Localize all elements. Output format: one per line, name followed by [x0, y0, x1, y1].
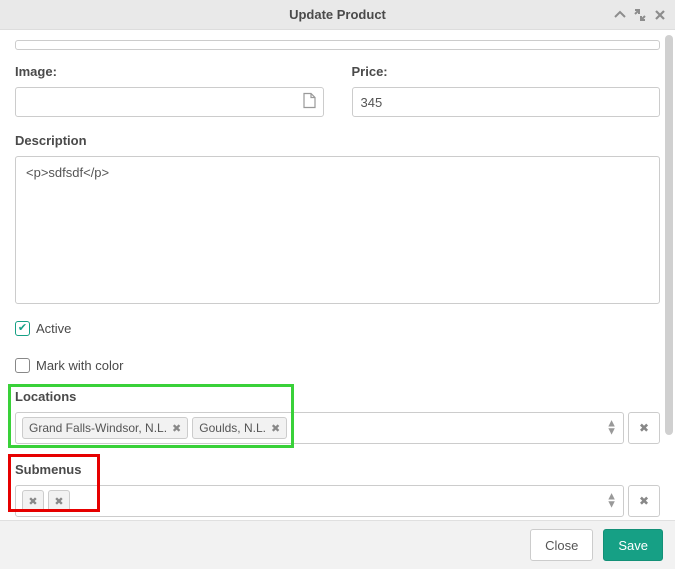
remove-tag-icon[interactable]: ✖	[172, 422, 181, 435]
modal-body: Image: Price: Description ✔ Active ✔ Mar…	[0, 30, 675, 520]
modal-window-controls	[613, 0, 667, 29]
modal-header: Update Product	[0, 0, 675, 30]
file-icon[interactable]	[303, 93, 316, 112]
image-input[interactable]	[15, 87, 324, 117]
mark-color-row[interactable]: ✔ Mark with color	[15, 358, 660, 373]
image-label: Image:	[15, 64, 324, 79]
active-label: Active	[36, 321, 71, 336]
close-button[interactable]: Close	[530, 529, 593, 561]
mark-color-checkbox[interactable]: ✔	[15, 358, 30, 373]
submenus-multiselect[interactable]: ✖ ✖ ▲▼	[15, 485, 624, 517]
close-icon[interactable]	[653, 8, 667, 22]
expand-icon[interactable]	[633, 8, 647, 22]
modal-title: Update Product	[289, 7, 386, 22]
active-checkbox[interactable]: ✔	[15, 321, 30, 336]
submenu-tag[interactable]: ✖	[48, 490, 70, 512]
location-tag[interactable]: Goulds, N.L. ✖	[192, 417, 287, 439]
modal-footer: Close Save	[0, 520, 675, 569]
submenus-clear-button[interactable]: ✖	[628, 485, 660, 517]
price-input[interactable]	[352, 87, 661, 117]
mark-color-label: Mark with color	[36, 358, 123, 373]
description-label: Description	[15, 133, 660, 148]
remove-tag-icon[interactable]: ✖	[54, 495, 63, 508]
dropdown-toggle-icon[interactable]: ▲▼	[606, 493, 617, 508]
dropdown-toggle-icon[interactable]: ▲▼	[606, 420, 617, 435]
active-row[interactable]: ✔ Active	[15, 321, 660, 336]
location-tag-label: Goulds, N.L.	[199, 421, 266, 435]
location-tag[interactable]: Grand Falls-Windsor, N.L. ✖	[22, 417, 188, 439]
scrollbar-thumb[interactable]	[665, 35, 673, 435]
prev-field-bottom[interactable]	[15, 40, 660, 50]
submenus-label: Submenus	[15, 462, 660, 477]
locations-label: Locations	[15, 389, 660, 404]
locations-clear-button[interactable]: ✖	[628, 412, 660, 444]
locations-multiselect[interactable]: Grand Falls-Windsor, N.L. ✖ Goulds, N.L.…	[15, 412, 624, 444]
save-button[interactable]: Save	[603, 529, 663, 561]
location-tag-label: Grand Falls-Windsor, N.L.	[29, 421, 167, 435]
remove-tag-icon[interactable]: ✖	[271, 422, 280, 435]
description-textarea[interactable]	[15, 156, 660, 304]
submenu-tag[interactable]: ✖	[22, 490, 44, 512]
remove-tag-icon[interactable]: ✖	[28, 495, 37, 508]
collapse-icon[interactable]	[613, 8, 627, 22]
price-label: Price:	[352, 64, 661, 79]
